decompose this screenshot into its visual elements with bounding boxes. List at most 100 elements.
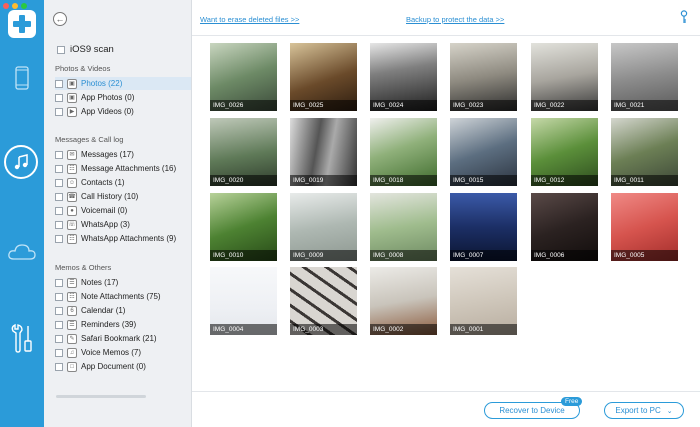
photo-caption: IMG_0009 [290,250,357,261]
item-label: App Videos (0) [81,107,134,116]
attachment-icon: ☷ [67,291,77,302]
photo-thumbnail[interactable]: IMG_0023 [450,43,517,111]
sidebar-item-reminders[interactable]: ☰ Reminders (39) [55,318,191,331]
close-window-button[interactable] [3,3,9,9]
cloud-icon[interactable] [0,238,44,266]
photo-caption: IMG_0001 [450,324,517,335]
photo-thumbnail[interactable]: IMG_0011 [611,118,678,186]
photo-thumbnail[interactable]: IMG_0015 [450,118,517,186]
photo-caption: IMG_0007 [450,250,517,261]
photo-thumbnail[interactable]: IMG_0001 [450,267,517,335]
contacts-icon: ☺ [67,177,77,188]
checkbox[interactable] [55,79,63,88]
sidebar-scrollbar[interactable] [56,395,146,398]
sidebar-item-app-videos[interactable]: ▶ App Videos (0) [55,105,191,118]
checkbox[interactable] [55,220,63,229]
ios-scan-option[interactable]: iOS9 scan [57,44,114,55]
checkbox[interactable] [55,178,63,187]
checkbox[interactable] [55,234,63,243]
tools-icon[interactable] [0,320,44,356]
checkbox[interactable] [55,164,63,173]
notes-icon: ☰ [67,277,77,288]
sidebar-item-notes[interactable]: ☰ Notes (17) [55,276,191,289]
checkbox[interactable] [55,150,63,159]
window-controls [3,3,27,9]
photo-thumbnail[interactable]: IMG_0025 [290,43,357,111]
sidebar-item-contacts[interactable]: ☺ Contacts (1) [55,176,191,189]
export-to-pc-button[interactable]: Export to PC ⌄ [604,402,684,419]
photo-caption: IMG_0023 [450,100,517,111]
photo-thumbnail[interactable]: IMG_0004 [210,267,277,335]
photo-thumbnail[interactable]: IMG_0003 [290,267,357,335]
photo-caption: IMG_0005 [611,250,678,261]
item-label: Safari Bookmark (21) [81,334,157,343]
back-button[interactable]: ← [53,12,67,26]
photo-thumbnail[interactable]: IMG_0021 [611,43,678,111]
photo-thumbnail[interactable]: IMG_0024 [370,43,437,111]
sidebar-item-calendar[interactable]: 6 Calendar (1) [55,304,191,317]
arrow-left-icon: ← [55,13,65,24]
photo-caption: IMG_0019 [290,175,357,186]
sidebar-item-messages[interactable]: ✉ Messages (17) [55,148,191,161]
item-label: WhatsApp (3) [81,220,130,229]
photo-thumbnail[interactable]: IMG_0026 [210,43,277,111]
checkbox[interactable] [55,362,63,371]
ios-scan-checkbox[interactable] [57,45,65,54]
photo-thumbnail[interactable]: IMG_0020 [210,118,277,186]
minimize-window-button[interactable] [12,3,18,9]
checkbox[interactable] [55,192,63,201]
checkbox[interactable] [55,206,63,215]
photo-thumbnail[interactable]: IMG_0005 [611,193,678,261]
photo-thumbnail[interactable]: IMG_0019 [290,118,357,186]
photo-thumbnail[interactable]: IMG_0009 [290,193,357,261]
music-icon[interactable] [4,145,38,179]
photo-thumbnail[interactable]: IMG_0008 [370,193,437,261]
photo-caption: IMG_0018 [370,175,437,186]
item-label: Notes (17) [81,278,119,287]
photo-thumbnail[interactable]: IMG_0002 [370,267,437,335]
photo-caption: IMG_0026 [210,100,277,111]
item-label: Contacts (1) [81,178,125,187]
photo-caption: IMG_0022 [531,100,598,111]
photo-thumbnail[interactable]: IMG_0010 [210,193,277,261]
sidebar-item-app-photos[interactable]: ▣ App Photos (0) [55,91,191,104]
sidebar-item-app-document[interactable]: □ App Document (0) [55,360,191,373]
sidebar-item-whatsapp[interactable]: ☏ WhatsApp (3) [55,218,191,231]
photo-gallery: IMG_0026 IMG_0025 IMG_0024 IMG_0023 IMG_0022… [192,36,700,391]
checkbox[interactable] [55,320,63,329]
voicemail-icon: ● [67,205,77,216]
photo-thumbnail[interactable]: IMG_0018 [370,118,437,186]
checkbox[interactable] [55,306,63,315]
sidebar-item-safari-bookmark[interactable]: ✎ Safari Bookmark (21) [55,332,191,345]
footer-bar: Recover to Device Free Export to PC ⌄ [192,391,700,427]
attachment-icon: ☷ [67,233,77,244]
checkbox[interactable] [55,348,63,357]
checkbox[interactable] [55,292,63,301]
checkbox[interactable] [55,107,63,116]
maximize-window-button[interactable] [21,3,27,9]
checkbox[interactable] [55,334,63,343]
photo-thumbnail[interactable]: IMG_0022 [531,43,598,111]
device-icon[interactable] [0,62,44,94]
photo-caption: IMG_0010 [210,250,277,261]
sidebar-item-voice-memos[interactable]: ♫ Voice Memos (7) [55,346,191,359]
photo-thumbnail[interactable]: IMG_0012 [531,118,598,186]
sidebar-item-call-history[interactable]: ☎ Call History (10) [55,190,191,203]
photo-caption: IMG_0015 [450,175,517,186]
export-label: Export to PC [615,406,661,415]
key-icon[interactable] [680,10,688,26]
photo-thumbnail[interactable]: IMG_0006 [531,193,598,261]
photo-thumbnail[interactable]: IMG_0007 [450,193,517,261]
sidebar-item-voicemail[interactable]: ● Voicemail (0) [55,204,191,217]
checkbox[interactable] [55,93,63,102]
erase-deleted-files-link[interactable]: Want to erase deleted files >> [200,15,299,24]
sidebar-item-note-attachments[interactable]: ☷ Note Attachments (75) [55,290,191,303]
backup-data-link[interactable]: Backup to protect the data >> [406,15,504,24]
app-icon-bar [0,0,44,427]
sidebar-item-message-attachments[interactable]: ☷ Message Attachments (16) [55,162,191,175]
photo-caption: IMG_0004 [210,324,277,335]
checkbox[interactable] [55,278,63,287]
sidebar-item-photos[interactable]: ▣ Photos (22) [55,77,191,90]
sidebar-item-whatsapp-attachments[interactable]: ☷ WhatsApp Attachments (9) [55,232,191,245]
top-bar: Want to erase deleted files >> Backup to… [192,0,700,36]
